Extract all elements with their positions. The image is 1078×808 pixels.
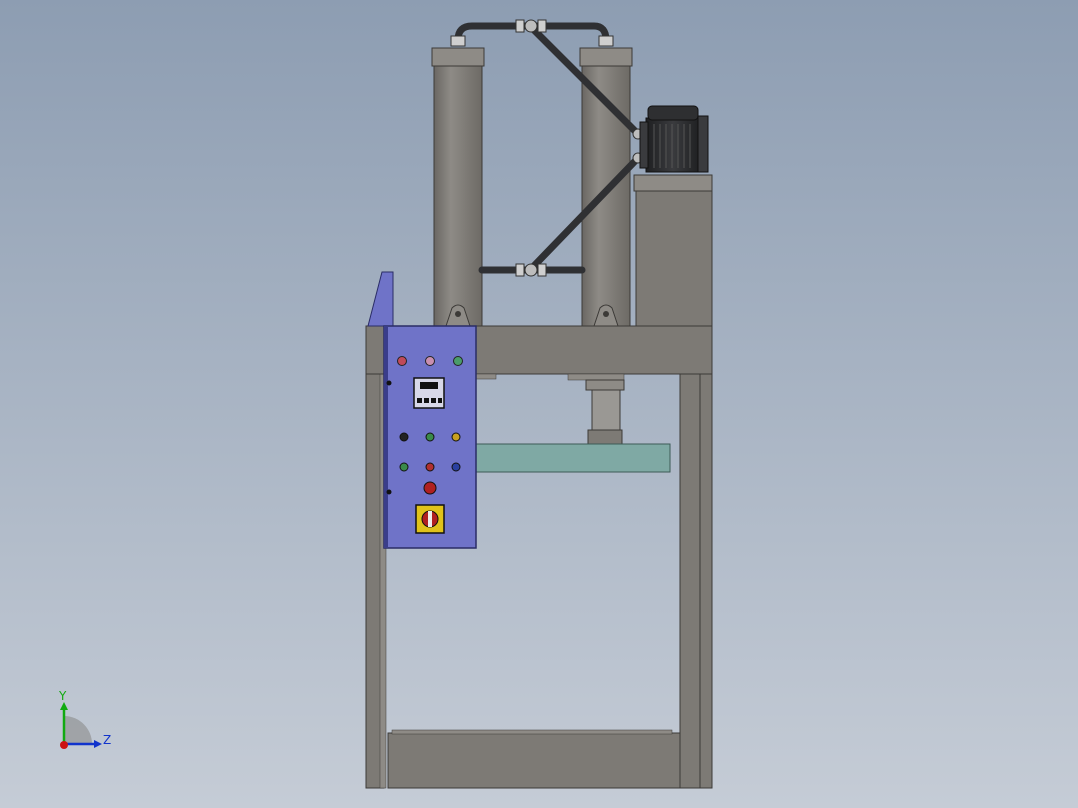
push-button-1[interactable] [399, 432, 409, 442]
controller-key-1[interactable] [417, 398, 422, 403]
ram-foot [587, 429, 623, 445]
indicator-lamp-2 [425, 356, 435, 366]
motor-junction-box [697, 115, 709, 173]
left-column[interactable] [431, 47, 485, 327]
indicator-lamp-1 [397, 356, 407, 366]
fitting-top-tee-center [524, 19, 538, 33]
fitting-right-top [598, 35, 614, 47]
z-axis-label: Z [103, 733, 111, 747]
left-column-cap [431, 47, 485, 67]
fitting-mid-tee-a [515, 263, 525, 277]
oil-tank [635, 189, 713, 327]
right-lug-hole [603, 311, 609, 317]
indicator-lamp-3 [453, 356, 463, 366]
cad-scene[interactable]: Y Z [0, 0, 1078, 808]
right-column-cap [579, 47, 633, 67]
y-axis-label: Y [58, 689, 67, 703]
controller-display [420, 382, 438, 389]
x-axis-dot [60, 741, 68, 749]
moving-platen [475, 443, 671, 473]
panel-hinge-top [386, 380, 392, 386]
controller-key-2[interactable] [424, 398, 429, 403]
right-leg [679, 327, 701, 789]
power-unit[interactable] [633, 105, 713, 327]
fitting-top-tee-a [515, 19, 525, 33]
left-lug-hole [455, 311, 461, 317]
cad-viewport[interactable]: Y Z [0, 0, 1078, 808]
bottom-bed [387, 732, 681, 789]
ram-rod [591, 389, 621, 431]
control-panel[interactable] [383, 325, 477, 549]
crossbeam-lower-plate [475, 373, 497, 380]
panel-hinge-bottom [386, 489, 392, 495]
left-column-body [433, 63, 483, 327]
push-button-5[interactable] [425, 462, 435, 472]
digital-controller[interactable] [413, 377, 445, 409]
push-button-6[interactable] [451, 462, 461, 472]
emergency-stop-button[interactable] [423, 481, 437, 495]
main-switch-handle [428, 511, 432, 527]
controller-key-3[interactable] [431, 398, 436, 403]
main-switch[interactable] [415, 504, 445, 534]
controller-key-4[interactable] [438, 398, 442, 403]
motor-flange [639, 121, 649, 169]
fitting-mid-tee-b [537, 263, 547, 277]
push-button-2[interactable] [425, 432, 435, 442]
fitting-mid-tee-center [524, 263, 538, 277]
fitting-left-top [450, 35, 466, 47]
right-leg-outer [699, 309, 713, 789]
push-button-3[interactable] [451, 432, 461, 442]
oil-tank-lid [633, 174, 713, 192]
push-button-4[interactable] [399, 462, 409, 472]
cylinder-flange [567, 373, 625, 381]
ram-collar [585, 379, 625, 391]
control-panel-edge [384, 326, 388, 548]
viewport-background [0, 0, 1078, 808]
bottom-bed-lip [391, 729, 673, 735]
motor-endcap [647, 105, 699, 121]
fitting-top-tee-b [537, 19, 547, 33]
